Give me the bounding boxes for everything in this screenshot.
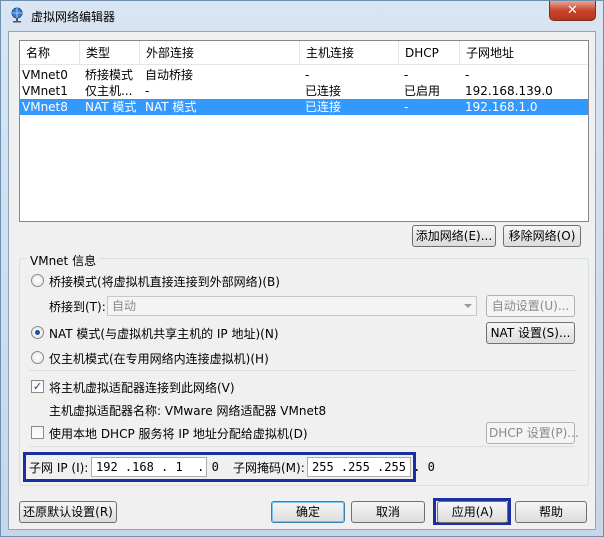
nat-settings-button[interactable]: NAT 设置(S)... xyxy=(486,322,575,344)
chevron-down-icon xyxy=(464,304,472,308)
help-button[interactable]: 帮助 xyxy=(515,501,587,523)
host-only-mode-label[interactable]: 仅主机模式(在专用网络内连接虚拟机)(H) xyxy=(49,350,269,367)
bridged-mode-label[interactable]: 桥接模式(将虚拟机直接连接到外部网络)(B) xyxy=(49,273,280,290)
cell-name: VMnet0 xyxy=(22,68,68,82)
bridged-mode-radio[interactable] xyxy=(31,274,44,287)
network-list-header: 名称 类型 外部连接 主机连接 DHCP 子网地址 xyxy=(20,41,588,65)
connect-adapter-label[interactable]: 将主机虚拟适配器连接到此网络(V) xyxy=(49,379,235,396)
cancel-button[interactable]: 取消 xyxy=(351,501,425,523)
table-row-selected[interactable]: VMnet8 NAT 模式 NAT 模式 已连接 - 192.168.1.0 xyxy=(20,99,588,115)
column-header-dhcp[interactable]: DHCP xyxy=(398,41,459,64)
connect-adapter-checkbox[interactable]: ✓ xyxy=(31,380,44,393)
use-dhcp-label[interactable]: 使用本地 DHCP 服务将 IP 地址分配给虚拟机(D) xyxy=(49,425,308,442)
network-list[interactable]: 名称 类型 外部连接 主机连接 DHCP 子网地址 VMnet0 桥接模式 自动… xyxy=(19,40,589,222)
virtual-network-editor-window: 虚拟网络编辑器 ✕ 名称 类型 外部连接 主机连接 DHCP 子网地址 VMne… xyxy=(0,0,604,537)
cell-external: - xyxy=(145,84,150,98)
bridged-to-label: 桥接到(T): xyxy=(49,300,106,314)
table-row[interactable]: VMnet0 桥接模式 自动桥接 - - - xyxy=(20,67,588,83)
column-header-subnet[interactable]: 子网地址 xyxy=(459,41,588,64)
column-header-host[interactable]: 主机连接 xyxy=(299,41,398,64)
column-header-name[interactable]: 名称 xyxy=(20,41,79,64)
apply-button[interactable]: 应用(A) xyxy=(437,501,508,523)
add-network-button[interactable]: 添加网络(E)... xyxy=(412,225,496,247)
close-icon: ✕ xyxy=(567,3,578,18)
nat-mode-label[interactable]: NAT 模式(与虚拟机共享主机的 IP 地址)(N) xyxy=(49,325,279,342)
cell-host: 已连接 xyxy=(305,100,342,114)
remove-network-button[interactable]: 移除网络(O) xyxy=(503,225,581,247)
cell-name: VMnet8 xyxy=(22,100,68,114)
cell-type: 仅主机... xyxy=(85,84,133,98)
window-title: 虚拟网络编辑器 xyxy=(31,10,116,24)
cell-dhcp: - xyxy=(404,100,409,114)
divider xyxy=(29,370,575,371)
ok-button[interactable]: 确定 xyxy=(271,501,345,523)
cell-external: NAT 模式 xyxy=(145,100,197,114)
cell-dhcp: - xyxy=(404,68,409,82)
column-header-type[interactable]: 类型 xyxy=(79,41,139,64)
subnet-ip-input[interactable]: 192 .168 . 1 . 0 xyxy=(91,457,219,477)
cell-host: - xyxy=(305,68,310,82)
network-globe-icon xyxy=(9,7,25,23)
nat-mode-radio[interactable] xyxy=(31,326,44,339)
bridged-to-select[interactable]: 自动 xyxy=(107,296,477,316)
cell-subnet: - xyxy=(465,68,470,82)
subnet-ip-label: 子网 IP (I): xyxy=(29,461,89,475)
cell-type: NAT 模式 xyxy=(85,100,137,114)
title-bar[interactable]: 虚拟网络编辑器 ✕ xyxy=(1,1,603,31)
restore-defaults-button[interactable]: 还原默认设置(R) xyxy=(19,501,117,523)
host-only-mode-radio[interactable] xyxy=(31,351,44,364)
dialog-client-area: 名称 类型 外部连接 主机连接 DHCP 子网地址 VMnet0 桥接模式 自动… xyxy=(8,31,596,530)
auto-settings-button[interactable]: 自动设置(U)... xyxy=(486,295,575,317)
use-dhcp-checkbox[interactable] xyxy=(31,426,44,439)
cell-subnet: 192.168.139.0 xyxy=(465,84,553,98)
cell-name: VMnet1 xyxy=(22,84,68,98)
dhcp-settings-button[interactable]: DHCP 设置(P)... xyxy=(486,422,579,444)
cell-subnet: 192.168.1.0 xyxy=(465,100,538,114)
cell-type: 桥接模式 xyxy=(85,68,134,82)
cell-host: 已连接 xyxy=(305,84,342,98)
vmnet-info-group-label: VMnet 信息 xyxy=(27,252,100,269)
table-row[interactable]: VMnet1 仅主机... - 已连接 已启用 192.168.139.0 xyxy=(20,83,588,99)
subnet-mask-input[interactable]: 255 .255 .255 . 0 xyxy=(307,457,435,477)
adapter-name-label: 主机虚拟适配器名称: VMware 网络适配器 VMnet8 xyxy=(49,404,327,418)
close-button[interactable]: ✕ xyxy=(549,1,596,21)
cell-dhcp: 已启用 xyxy=(404,84,441,98)
subnet-mask-label: 子网掩码(M): xyxy=(233,461,305,475)
column-header-external[interactable]: 外部连接 xyxy=(139,41,299,64)
cell-external: 自动桥接 xyxy=(145,68,194,82)
divider xyxy=(29,446,575,447)
bridged-to-value: 自动 xyxy=(112,299,137,313)
